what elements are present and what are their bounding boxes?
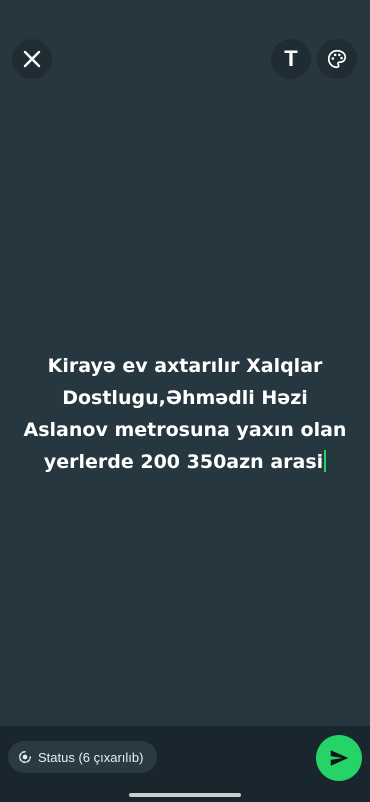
color-palette-button[interactable] [317, 39, 357, 79]
close-icon [23, 50, 41, 68]
status-privacy-button[interactable]: Status (6 çıxarılıb) [8, 741, 158, 773]
status-text-content: Kirayə ev axtarılır Xalqlar Dostlugu,Əhm… [23, 355, 347, 473]
send-icon [330, 750, 349, 766]
home-indicator [129, 793, 241, 797]
status-text-input[interactable]: Kirayə ev axtarılır Xalqlar Dostlugu,Əhm… [20, 350, 350, 478]
status-privacy-label: Status (6 çıxarılıb) [38, 749, 144, 765]
text-caret [324, 450, 327, 472]
text-tool-button[interactable]: T [271, 39, 311, 79]
text-tool-icon: T [284, 46, 298, 71]
send-button[interactable] [316, 735, 362, 781]
palette-icon [327, 49, 347, 69]
close-button[interactable] [12, 39, 52, 79]
status-privacy-icon [19, 750, 32, 763]
